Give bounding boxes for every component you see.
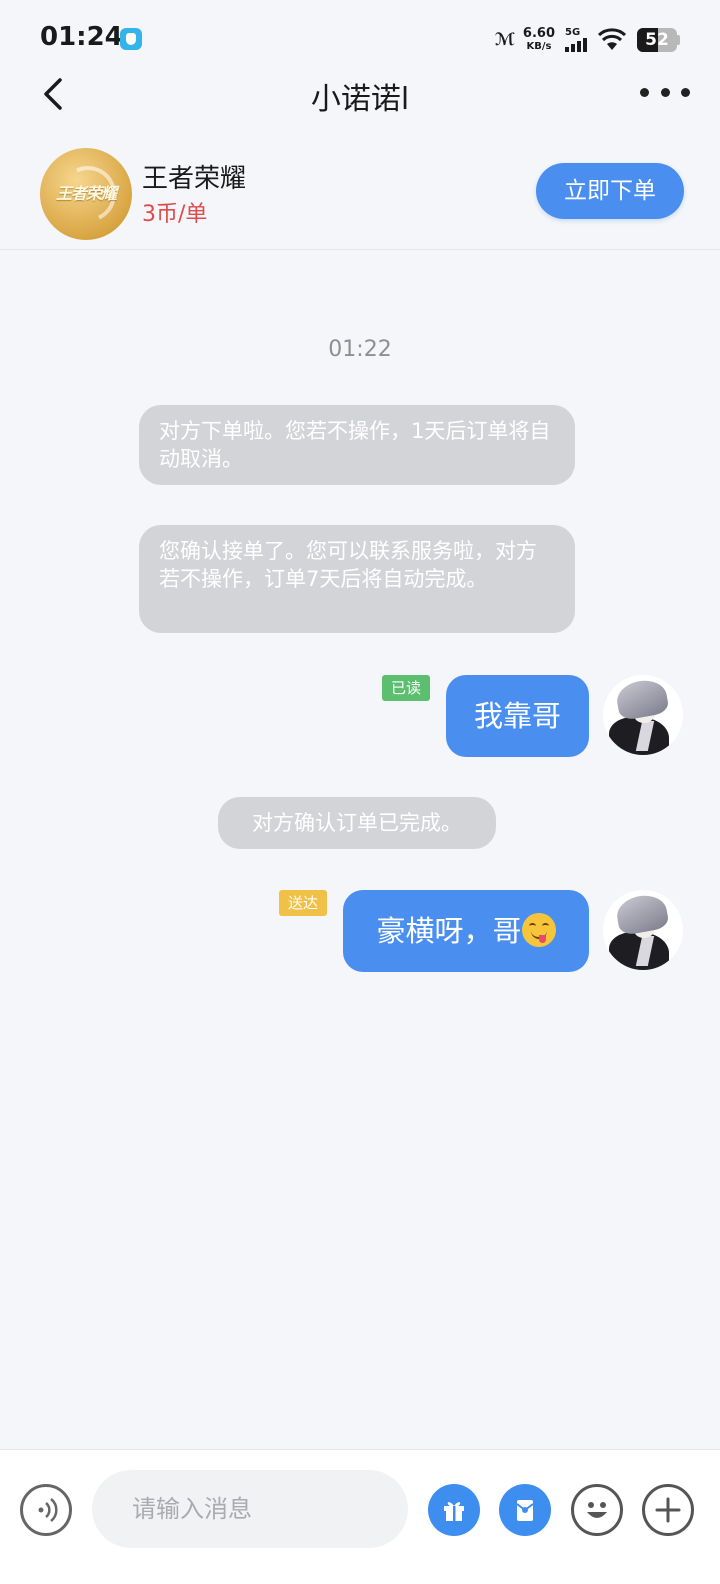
- sent-message-bubble[interactable]: 豪横呀，哥: [343, 890, 589, 972]
- emoji-icon: [587, 1502, 607, 1518]
- net-speed-value: 6.60: [522, 26, 555, 41]
- game-name: 王者荣耀: [142, 164, 247, 194]
- chat-timestamp: 01:22: [328, 337, 392, 362]
- status-indicators: ℳ 6.60 KB/s 5G 52: [495, 24, 680, 56]
- emoji-button[interactable]: [571, 1484, 623, 1536]
- status-time: 01:24: [40, 22, 123, 52]
- net-speed-unit: KB/s: [526, 41, 552, 52]
- network-type: 5G: [565, 27, 581, 38]
- plus-icon: [655, 1497, 681, 1523]
- nfc-icon: ℳ: [494, 30, 515, 50]
- battery-icon: 52: [637, 28, 677, 52]
- more-actions-button[interactable]: [642, 1484, 694, 1536]
- delivered-status-badge: 送达: [279, 890, 327, 916]
- sent-message-bubble[interactable]: 我靠哥: [446, 675, 589, 757]
- voice-button[interactable]: [20, 1484, 72, 1536]
- battery-level: 52: [645, 30, 669, 50]
- red-packet-icon: [516, 1500, 534, 1521]
- yum-face-icon: [521, 913, 556, 947]
- user-avatar[interactable]: [603, 890, 683, 970]
- game-price: 3币/单: [142, 202, 208, 227]
- page-title: 小诺诺l: [310, 82, 410, 117]
- game-logo[interactable]: 王者荣耀: [40, 148, 132, 240]
- gift-button[interactable]: [428, 1484, 480, 1536]
- wifi-icon: [597, 28, 627, 50]
- game-logo-text: 王者荣耀: [55, 184, 117, 203]
- gift-icon: [444, 1502, 464, 1521]
- message-input-bar: [0, 1449, 720, 1584]
- message-input[interactable]: [92, 1470, 408, 1548]
- service-product-bar: 王者荣耀 王者荣耀 3币/单 立即下单: [0, 130, 720, 250]
- message-text: 豪横呀，哥: [376, 914, 522, 948]
- chat-header: 小诺诺l: [0, 60, 720, 126]
- more-options-button[interactable]: [640, 74, 690, 110]
- voice-icon: [38, 1498, 58, 1522]
- chat-messages[interactable]: 01:22 对方下单啦。您若不操作，1天后订单将自动取消。 您确认接单了。您可以…: [0, 251, 720, 1449]
- message-text: 我靠哥: [473, 699, 561, 733]
- red-packet-button[interactable]: [499, 1484, 551, 1536]
- more-dots-icon: [640, 87, 649, 97]
- read-status-badge: 已读: [382, 675, 430, 701]
- net-speed: 6.60 KB/s: [523, 27, 555, 53]
- system-message: 对方下单啦。您若不操作，1天后订单将自动取消。: [139, 405, 575, 485]
- cellular-signal-icon: 5G: [565, 28, 587, 52]
- system-message: 对方确认订单已完成。: [218, 797, 496, 849]
- system-message: 您确认接单了。您可以联系服务啦，对方若不操作，订单7天后将自动完成。: [139, 525, 575, 633]
- app-notification-icon: [120, 28, 142, 50]
- order-now-button[interactable]: 立即下单: [536, 163, 684, 219]
- user-avatar[interactable]: [603, 675, 683, 755]
